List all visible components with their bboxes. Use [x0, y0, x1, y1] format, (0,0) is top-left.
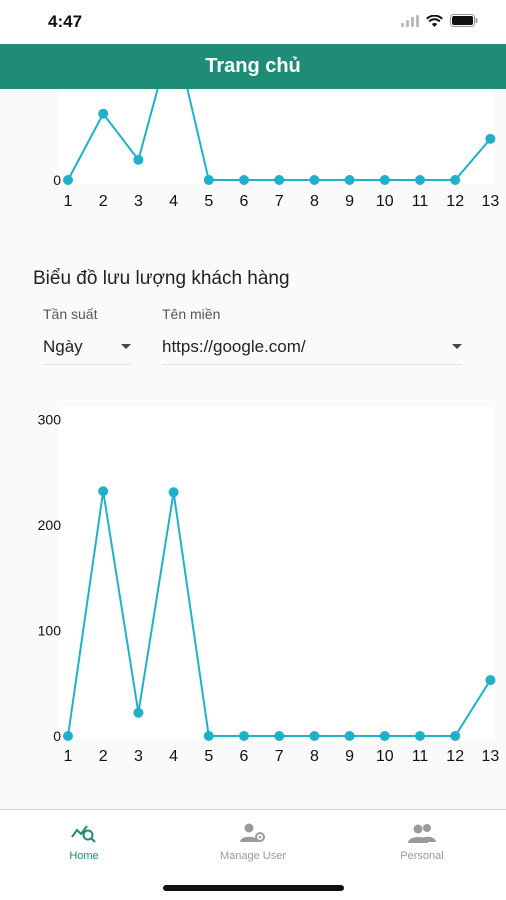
x-tick-label: 13 [482, 193, 500, 210]
x-tick-label: 2 [99, 193, 108, 210]
data-point [239, 731, 249, 741]
x-tick-label: 3 [134, 748, 143, 765]
data-point [203, 731, 214, 741]
x-tick-label: 9 [345, 748, 354, 765]
x-tick-label: 9 [345, 193, 354, 210]
y-tick-label: 0 [53, 172, 61, 188]
x-tick-label: 10 [376, 193, 394, 210]
x-tick-label: 2 [99, 748, 108, 765]
data-point [450, 175, 461, 185]
status-time: 4:47 [48, 12, 83, 31]
y-tick-label: 0 [53, 728, 61, 744]
status-bar: 4:47 [0, 0, 506, 44]
domain-label: Tên miền [162, 306, 221, 322]
y-tick-label: 100 [38, 623, 62, 639]
chevron-down-icon [452, 344, 462, 349]
x-tick-label: 5 [204, 748, 213, 765]
chart-search-icon [71, 822, 97, 844]
data-point [309, 731, 320, 741]
x-tick-label: 5 [204, 193, 213, 210]
signal-icon [401, 14, 419, 27]
chevron-down-icon [121, 344, 131, 349]
data-point [98, 486, 109, 497]
x-tick-label: 7 [275, 193, 284, 210]
data-point [309, 175, 320, 185]
scroll-content[interactable]: 0 1 2 3 4 5 6 7 8 9 10 11 12 13 Biểu đồ lưu lượng kh… [0, 89, 506, 809]
data-point [485, 675, 496, 686]
data-point [344, 731, 355, 741]
data-point [344, 175, 355, 185]
data-point [379, 731, 390, 741]
x-tick-label: 6 [240, 193, 249, 210]
data-point [98, 108, 109, 119]
data-point [168, 487, 179, 498]
x-tick-label: 11 [412, 193, 429, 210]
data-point [415, 731, 425, 741]
data-point [63, 731, 73, 741]
data-point [133, 707, 144, 718]
traffic-section-title: Biểu đồ lưu lượng khách hàng [33, 268, 290, 289]
y-tick-label: 200 [38, 517, 62, 533]
domain-dropdown[interactable]: https://google.com/ [162, 329, 462, 365]
x-tick-label: 1 [64, 193, 73, 210]
x-tick-label: 7 [275, 748, 284, 765]
nav-item-home[interactable]: Home [14, 822, 154, 862]
x-tick-label: 8 [310, 193, 319, 210]
nav-item-personal[interactable]: Personal [352, 822, 492, 862]
domain-value: https://google.com/ [162, 336, 306, 356]
x-tick-label: 8 [310, 748, 319, 765]
frequency-dropdown[interactable]: Ngày [43, 329, 131, 365]
frequency-value: Ngày [43, 336, 83, 356]
x-tick-label: 10 [376, 748, 394, 765]
top-line-chart: 0 1 2 3 4 5 6 7 8 9 10 11 12 13 [53, 89, 500, 210]
x-tick-label: 3 [134, 193, 143, 210]
frequency-label: Tần suất [43, 306, 98, 322]
chart-plot-area [58, 89, 494, 184]
data-point [239, 175, 249, 185]
user-gear-icon [240, 822, 266, 844]
nav-item-manage-user[interactable]: Manage User [183, 822, 323, 862]
x-tick-label: 4 [169, 748, 178, 765]
x-tick-label: 12 [446, 193, 464, 210]
chart-plot-area [58, 407, 494, 740]
x-tick-label: 13 [482, 748, 500, 765]
data-point [379, 175, 390, 185]
nav-label-manage-user: Manage User [219, 850, 287, 862]
data-point [450, 731, 461, 741]
x-tick-label: 4 [169, 193, 178, 210]
traffic-line-chart: 3002001000 1 2 3 4 5 6 7 8 9 10 11 12 13 [38, 407, 500, 765]
data-point [203, 175, 214, 185]
data-point [274, 175, 285, 185]
data-point [63, 175, 73, 185]
nav-label-personal: Personal [400, 850, 444, 862]
home-indicator [163, 885, 344, 891]
data-point [415, 175, 425, 185]
data-point [274, 731, 285, 741]
x-tick-label: 11 [412, 748, 429, 765]
x-tick-label: 1 [64, 748, 73, 765]
status-icons [401, 14, 478, 27]
page-title: Trang chủ [205, 55, 301, 77]
wifi-icon [426, 14, 443, 27]
battery-icon [450, 14, 478, 27]
x-tick-label: 12 [446, 748, 464, 765]
app-bar: Trang chủ [0, 44, 506, 89]
y-tick-label: 300 [38, 412, 62, 428]
data-point [133, 154, 144, 165]
data-point [485, 133, 496, 144]
x-tick-label: 6 [240, 748, 249, 765]
users-icon [408, 822, 436, 844]
nav-label-home: Home [69, 850, 99, 862]
